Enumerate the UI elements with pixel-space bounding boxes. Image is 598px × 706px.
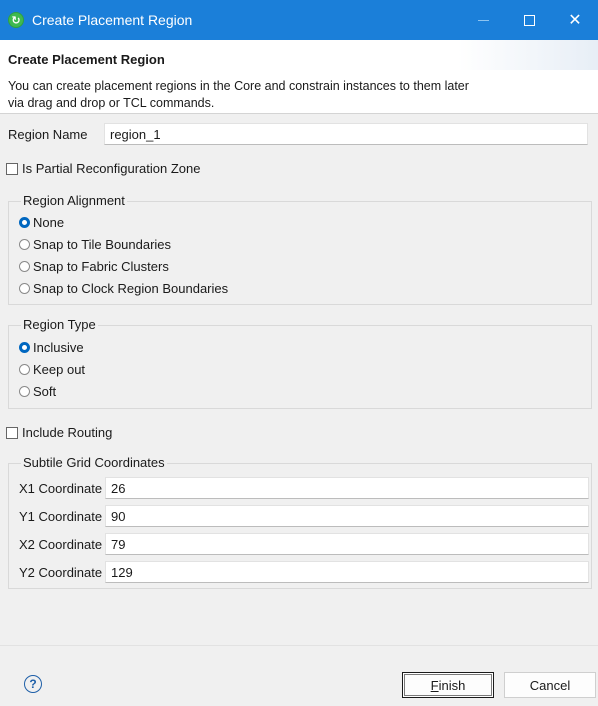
finish-mnemonic: F xyxy=(430,677,439,693)
cancel-button[interactable]: Cancel xyxy=(504,672,596,698)
alignment-option-label: Snap to Tile Boundaries xyxy=(33,237,172,252)
window-title: Create Placement Region xyxy=(32,12,193,28)
x1-coordinate-row: X1 Coordinate 26 xyxy=(19,477,589,499)
x1-coordinate-label: X1 Coordinate xyxy=(19,480,103,496)
x2-coordinate-input[interactable]: 79 xyxy=(105,533,589,555)
partial-reconfig-label: Is Partial Reconfiguration Zone xyxy=(22,161,201,176)
type-option-inclusive[interactable]: Inclusive xyxy=(19,340,84,355)
finish-label: inish xyxy=(438,677,466,693)
help-icon[interactable]: ? xyxy=(24,675,42,693)
region-type-group: Region Type Inclusive Keep out Soft xyxy=(8,317,592,409)
subtile-coords-group: Subtile Grid Coordinates X1 Coordinate 2… xyxy=(8,455,592,589)
x2-coordinate-value: 79 xyxy=(111,536,126,552)
y1-coordinate-row: Y1 Coordinate 90 xyxy=(19,505,589,527)
x2-coordinate-row: X2 Coordinate 79 xyxy=(19,533,589,555)
type-option-soft[interactable]: Soft xyxy=(19,384,56,399)
close-button[interactable]: ✕ xyxy=(552,0,598,40)
y1-coordinate-input[interactable]: 90 xyxy=(105,505,589,527)
y2-coordinate-value: 129 xyxy=(111,564,133,580)
radio-selected-icon[interactable] xyxy=(19,217,30,228)
maximize-button[interactable] xyxy=(506,0,552,40)
alignment-option-label: None xyxy=(33,215,65,230)
x2-coordinate-label: X2 Coordinate xyxy=(19,536,103,552)
radio-icon[interactable] xyxy=(19,261,30,272)
radio-icon[interactable] xyxy=(19,239,30,250)
y2-coordinate-label: Y2 Coordinate xyxy=(19,564,103,580)
alignment-option-clock[interactable]: Snap to Clock Region Boundaries xyxy=(19,281,228,296)
dialog-description: You can create placement regions in the … xyxy=(8,79,469,110)
include-routing-label: Include Routing xyxy=(22,425,113,440)
region-name-row: Region Name region_1 xyxy=(8,120,588,148)
type-option-keep-out[interactable]: Keep out xyxy=(19,362,85,377)
y1-coordinate-value: 90 xyxy=(111,508,126,524)
y2-coordinate-input[interactable]: 129 xyxy=(105,561,589,583)
minimize-icon xyxy=(477,19,489,21)
radio-icon[interactable] xyxy=(19,386,30,397)
title-bar: ↻ Create Placement Region ✕ xyxy=(0,0,598,40)
header-decoration xyxy=(458,40,598,70)
close-icon: ✕ xyxy=(568,12,582,29)
region-alignment-group: Region Alignment None Snap to Tile Bound… xyxy=(8,193,592,305)
type-option-label: Keep out xyxy=(33,362,86,377)
region-alignment-legend: Region Alignment xyxy=(21,193,127,208)
region-type-legend: Region Type xyxy=(21,317,98,332)
region-name-input[interactable]: region_1 xyxy=(104,123,588,145)
help-symbol: ? xyxy=(29,677,37,691)
dialog-heading: Create Placement Region xyxy=(8,52,165,67)
partial-reconfig-checkbox-row[interactable]: Is Partial Reconfiguration Zone xyxy=(6,161,200,176)
radio-icon[interactable] xyxy=(19,364,30,375)
app-icon: ↻ xyxy=(8,12,24,28)
radio-selected-icon[interactable] xyxy=(19,342,30,353)
partial-reconfig-checkbox[interactable] xyxy=(6,162,18,175)
region-name-value: region_1 xyxy=(110,126,161,142)
minimize-button[interactable] xyxy=(460,0,506,40)
cancel-label: Cancel xyxy=(529,677,571,693)
include-routing-checkbox-row[interactable]: Include Routing xyxy=(6,425,112,440)
include-routing-checkbox[interactable] xyxy=(6,426,18,439)
dialog-header: Create Placement Region You can create p… xyxy=(0,40,598,114)
dialog-footer: ? Finish Cancel xyxy=(0,645,598,706)
region-name-label: Region Name xyxy=(8,126,88,142)
alignment-option-fabric[interactable]: Snap to Fabric Clusters xyxy=(19,259,169,274)
maximize-icon xyxy=(523,14,535,26)
alignment-option-none[interactable]: None xyxy=(19,215,64,230)
alignment-option-label: Snap to Fabric Clusters xyxy=(33,259,169,274)
x1-coordinate-value: 26 xyxy=(111,480,126,496)
y2-coordinate-row: Y2 Coordinate 129 xyxy=(19,561,589,583)
type-option-label: Soft xyxy=(33,384,57,399)
radio-icon[interactable] xyxy=(19,283,30,294)
finish-button[interactable]: Finish xyxy=(402,672,494,698)
subtile-coords-legend: Subtile Grid Coordinates xyxy=(21,455,167,470)
dialog-body: Region Name region_1 Is Partial Reconfig… xyxy=(0,115,598,645)
alignment-option-tile[interactable]: Snap to Tile Boundaries xyxy=(19,237,171,252)
alignment-option-label: Snap to Clock Region Boundaries xyxy=(33,281,229,296)
y1-coordinate-label: Y1 Coordinate xyxy=(19,508,103,524)
type-option-label: Inclusive xyxy=(33,340,84,355)
x1-coordinate-input[interactable]: 26 xyxy=(105,477,589,499)
